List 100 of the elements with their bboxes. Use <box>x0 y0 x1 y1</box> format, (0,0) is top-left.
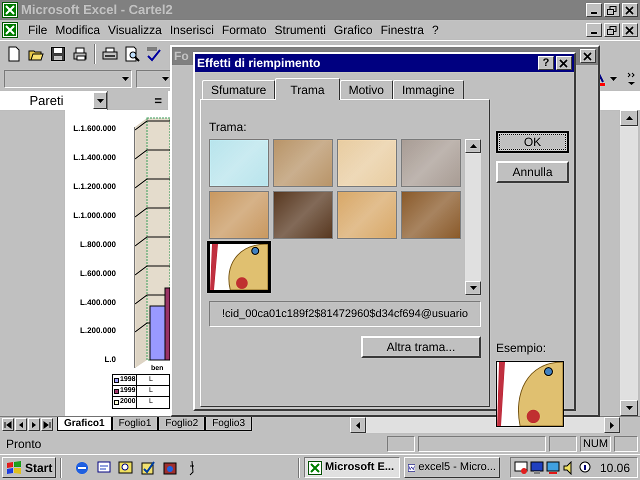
num-lock-indicator: NUM <box>580 436 611 452</box>
scroll-up-icon[interactable] <box>470 144 476 148</box>
taskbar-button[interactable]: Microsoft E... <box>304 457 400 478</box>
close-button[interactable] <box>622 3 638 17</box>
sheet-nav-button[interactable] <box>41 418 53 431</box>
menu-item[interactable]: Modifica <box>51 21 104 39</box>
texture-swatch[interactable] <box>401 191 461 239</box>
close-icon <box>559 58 569 68</box>
dropdown-arrow-icon <box>162 76 169 80</box>
restore-button[interactable] <box>604 3 620 17</box>
axis-label: L.0 <box>104 355 116 365</box>
menu-item[interactable]: Visualizza <box>104 21 166 39</box>
sheet-tab[interactable]: Foglio2 <box>158 417 206 431</box>
status-text: Pronto <box>5 436 42 452</box>
minimize-button[interactable] <box>586 23 602 37</box>
axis-label: L.1.200.000 <box>73 182 116 192</box>
menu-item[interactable]: Finestra <box>376 21 428 39</box>
dialog-title: Fo <box>174 48 189 65</box>
window-icon[interactable] <box>96 460 112 476</box>
app-icon[interactable] <box>162 460 178 476</box>
scroll-up-icon[interactable] <box>626 116 632 120</box>
sheet-tab[interactable]: Foglio1 <box>112 417 158 431</box>
more-buttons-icon[interactable] <box>627 70 636 86</box>
start-button[interactable]: Start <box>2 457 56 478</box>
spellcheck-icon[interactable] <box>146 46 162 62</box>
restore-icon <box>607 6 617 14</box>
minimize-icon <box>591 32 597 34</box>
magnifier-icon[interactable] <box>118 460 134 476</box>
sheet-nav-button[interactable] <box>15 418 27 431</box>
texture-swatch[interactable] <box>337 191 397 239</box>
menu-item[interactable]: ? <box>428 21 443 39</box>
checkmark-icon[interactable] <box>140 460 156 476</box>
menu-item[interactable]: File <box>24 21 52 39</box>
spreadsheet-icon[interactable] <box>2 22 20 38</box>
scroll-down-icon[interactable] <box>626 406 632 410</box>
dropdown-arrow-icon[interactable] <box>610 76 617 80</box>
sheet-nav-button[interactable] <box>2 418 14 431</box>
menu-item[interactable]: Grafico <box>330 21 377 39</box>
gridline <box>134 266 170 276</box>
gridline <box>134 236 170 246</box>
texture-swatch[interactable] <box>401 139 461 187</box>
info-icon[interactable] <box>578 460 592 474</box>
close-button[interactable] <box>556 56 572 70</box>
menu-item[interactable]: Strumenti <box>270 21 330 39</box>
new-document-icon[interactable] <box>6 46 22 62</box>
sheet-tab[interactable]: Grafico1 <box>57 417 112 431</box>
texture-swatch[interactable] <box>209 139 269 187</box>
axis-label: L.1.000.000 <box>73 211 116 221</box>
scroll-right-icon[interactable] <box>610 422 614 428</box>
taskbar-button[interactable]: excel5 - Micro... <box>404 457 500 478</box>
save-icon[interactable] <box>50 46 66 62</box>
dropdown-button[interactable] <box>93 92 107 109</box>
texture-swatch[interactable] <box>337 139 397 187</box>
texture-swatch[interactable] <box>273 139 333 187</box>
font-dropdown[interactable] <box>4 70 132 88</box>
tab[interactable]: Immagine <box>392 80 464 99</box>
texture-swatch[interactable] <box>209 243 269 291</box>
texture-name-field: !cid_00ca01c189f2$81472960$d34cf694@usuario <box>209 301 481 327</box>
print-icon[interactable] <box>102 46 118 62</box>
windows-logo-icon <box>6 460 22 474</box>
arrow-icon <box>4 420 12 428</box>
dropdown-arrow-icon <box>96 98 104 102</box>
print-preview-icon[interactable] <box>124 46 140 62</box>
menu-item[interactable]: Formato <box>218 21 271 39</box>
status-panel <box>386 436 415 452</box>
preview-label: Esempio: <box>496 340 548 357</box>
window-title: Microsoft Excel - Cartel2 <box>21 1 174 20</box>
dropdown-arrow-icon <box>122 76 129 80</box>
tab[interactable]: Trama <box>275 78 340 100</box>
ok-button[interactable]: OK <box>496 131 569 153</box>
scroll-left-icon[interactable] <box>356 422 360 428</box>
axis-label: L.200.000 <box>80 326 116 336</box>
status-panel <box>548 436 577 452</box>
restore-button[interactable] <box>604 23 620 37</box>
cancel-button[interactable]: Annulla <box>496 161 569 183</box>
axis-label: L.400.000 <box>80 298 116 308</box>
formula-equals-button[interactable]: = <box>154 90 162 110</box>
minimize-button[interactable] <box>586 3 602 17</box>
axis-label: L.600.000 <box>80 269 116 279</box>
printer-icon[interactable] <box>72 46 88 62</box>
monitor-icon[interactable] <box>530 460 544 474</box>
help-button[interactable]: ? <box>538 56 554 70</box>
vertical-scrollbar[interactable] <box>465 139 481 295</box>
status-panel <box>614 436 638 452</box>
texture-swatch[interactable] <box>273 191 333 239</box>
sheet-tab[interactable]: Foglio3 <box>205 417 252 431</box>
gridline <box>134 208 170 218</box>
font-size-dropdown[interactable] <box>136 70 172 88</box>
menu-item[interactable]: Inserisci <box>166 21 218 39</box>
restore-icon <box>607 26 617 34</box>
tab[interactable]: Motivo <box>340 80 393 99</box>
close-button[interactable] <box>622 23 638 37</box>
texture-label: Trama: <box>209 119 248 136</box>
close-button[interactable] <box>580 49 596 63</box>
sheet-nav-button[interactable] <box>28 418 40 431</box>
other-texture-button[interactable]: Altra trama... <box>361 336 481 358</box>
texture-swatch[interactable] <box>209 191 269 239</box>
scroll-down-icon[interactable] <box>470 286 476 290</box>
cartoon-drawing <box>210 244 268 290</box>
vertical-scrollbar[interactable] <box>620 110 638 416</box>
